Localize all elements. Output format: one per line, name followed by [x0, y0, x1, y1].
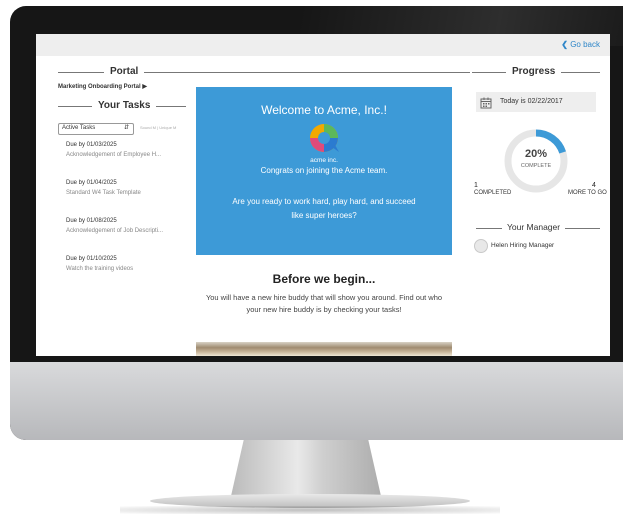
monitor-stand-neck	[230, 440, 382, 498]
today-label: Today is 02/22/2017	[500, 98, 563, 105]
list-item[interactable]: Due by 01/03/2025 Acknowledgement of Emp…	[66, 142, 163, 180]
completed-label: COMPLETED	[474, 190, 512, 196]
brand-name: acme inc.	[310, 157, 338, 164]
portal-title: Portal	[104, 66, 145, 77]
list-item[interactable]: Due by 01/10/2025 Watch the training vid…	[66, 256, 163, 294]
manager-name[interactable]: Helen Hiring Manager	[491, 242, 554, 249]
ready-text-line1: Are you ready to work hard, play hard, a…	[232, 197, 416, 206]
task-name: Acknowledgement of Job Descripti...	[66, 228, 164, 234]
office-photo	[196, 342, 452, 356]
breadcrumb-label: Marketing Onboarding Portal	[58, 84, 141, 90]
before-title: Before we begin...	[272, 272, 376, 286]
task-due: Due by 01/03/2025	[66, 142, 117, 148]
progress-donut: 20% COMPLETE	[501, 126, 571, 196]
progress-percent: 20%	[524, 148, 548, 160]
calendar-icon	[480, 96, 492, 109]
welcome-banner: Welcome to Acme, Inc.! acme inc. Congrat…	[196, 87, 452, 255]
task-filter-value: Active Tasks	[62, 125, 96, 131]
completed-count: 1	[474, 182, 478, 189]
ready-text-line2: like super heroes?	[291, 211, 357, 220]
breadcrumb[interactable]: Marketing Onboarding Portal ▶	[58, 83, 147, 90]
task-name: Acknowledgement of Employee H...	[66, 152, 162, 158]
remaining-label: MORE TO GO	[568, 190, 607, 196]
welcome-title: Welcome to Acme, Inc.!	[261, 103, 387, 117]
task-name: Standard W4 Task Template	[66, 190, 141, 196]
acme-logo	[306, 121, 342, 155]
before-text-line2: your new hire buddy is by checking your …	[246, 305, 402, 314]
task-due: Due by 01/10/2025	[66, 256, 117, 262]
go-back-link[interactable]: ❮ Go back	[561, 40, 600, 49]
progress-complete-label: COMPLETE	[520, 163, 552, 169]
filter-note: Sound M | Unique M	[140, 125, 177, 130]
chevron-updown-icon: ⇵	[123, 125, 129, 131]
task-list: Due by 01/03/2025 Acknowledgement of Emp…	[66, 142, 163, 294]
monitor-chin	[10, 362, 623, 440]
progress-title: Progress	[506, 66, 562, 77]
monitor-shadow	[120, 506, 500, 514]
task-filter-select[interactable]: Active Tasks ⇵	[58, 123, 134, 135]
chevron-left-icon: ❮	[561, 40, 568, 49]
task-name: Watch the training videos	[66, 266, 134, 272]
top-navbar: ❮ Go back	[36, 34, 610, 56]
congrats-text: Congrats on joining the Acme team.	[260, 166, 388, 175]
tasks-title: Your Tasks	[92, 100, 157, 111]
remaining-count: 4	[592, 182, 596, 189]
avatar-icon	[474, 239, 488, 253]
list-item[interactable]: Due by 01/08/2025 Acknowledgement of Job…	[66, 218, 163, 256]
app-screen: ❮ Go back Portal Marketing Onboarding Po…	[36, 34, 610, 356]
task-due: Due by 01/04/2025	[66, 180, 117, 186]
go-back-label: Go back	[570, 40, 600, 49]
center-rule	[188, 72, 470, 73]
caret-right-icon: ▶	[142, 84, 147, 90]
before-text-line1: You will have a new hire buddy that will…	[205, 293, 443, 302]
list-item[interactable]: Due by 01/04/2025 Standard W4 Task Templ…	[66, 180, 163, 218]
today-box: Today is 02/22/2017	[476, 92, 596, 112]
manager-title: Your Manager	[502, 222, 566, 232]
task-due: Due by 01/08/2025	[66, 218, 117, 224]
